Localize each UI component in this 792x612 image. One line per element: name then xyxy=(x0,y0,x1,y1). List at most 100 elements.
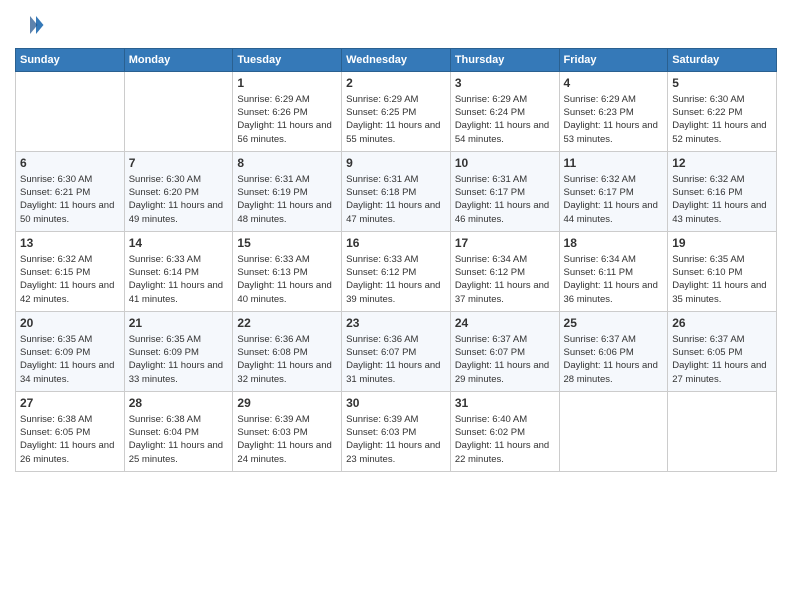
day-number: 10 xyxy=(455,155,555,172)
cell-text: Daylight: 11 hours and 53 minutes. xyxy=(564,119,664,146)
calendar-cell: 15Sunrise: 6:33 AMSunset: 6:13 PMDayligh… xyxy=(233,232,342,312)
day-number: 31 xyxy=(455,395,555,412)
cell-text: Daylight: 11 hours and 52 minutes. xyxy=(672,119,772,146)
day-number: 25 xyxy=(564,315,664,332)
cell-text: Sunrise: 6:32 AM xyxy=(564,173,664,186)
cell-text: Sunrise: 6:38 AM xyxy=(129,413,229,426)
cell-text: Sunrise: 6:39 AM xyxy=(237,413,337,426)
cell-text: Sunset: 6:08 PM xyxy=(237,346,337,359)
cell-text: Sunrise: 6:33 AM xyxy=(346,253,446,266)
logo xyxy=(15,10,49,40)
cell-text: Sunset: 6:16 PM xyxy=(672,186,772,199)
calendar-cell: 11Sunrise: 6:32 AMSunset: 6:17 PMDayligh… xyxy=(559,152,668,232)
calendar-cell: 10Sunrise: 6:31 AMSunset: 6:17 PMDayligh… xyxy=(450,152,559,232)
cell-text: Sunrise: 6:31 AM xyxy=(346,173,446,186)
cell-text: Sunset: 6:12 PM xyxy=(346,266,446,279)
day-number: 24 xyxy=(455,315,555,332)
cell-text: Sunset: 6:22 PM xyxy=(672,106,772,119)
calendar-cell: 24Sunrise: 6:37 AMSunset: 6:07 PMDayligh… xyxy=(450,312,559,392)
cell-text: Daylight: 11 hours and 40 minutes. xyxy=(237,279,337,306)
cell-text: Sunrise: 6:30 AM xyxy=(20,173,120,186)
cell-text: Sunrise: 6:36 AM xyxy=(237,333,337,346)
cell-text: Daylight: 11 hours and 44 minutes. xyxy=(564,199,664,226)
header-row: SundayMondayTuesdayWednesdayThursdayFrid… xyxy=(16,49,777,72)
calendar-cell: 9Sunrise: 6:31 AMSunset: 6:18 PMDaylight… xyxy=(342,152,451,232)
cell-text: Sunrise: 6:29 AM xyxy=(346,93,446,106)
cell-text: Sunrise: 6:33 AM xyxy=(237,253,337,266)
day-number: 26 xyxy=(672,315,772,332)
cell-text: Sunrise: 6:32 AM xyxy=(20,253,120,266)
calendar-cell: 6Sunrise: 6:30 AMSunset: 6:21 PMDaylight… xyxy=(16,152,125,232)
cell-text: Sunrise: 6:37 AM xyxy=(672,333,772,346)
cell-text: Sunset: 6:12 PM xyxy=(455,266,555,279)
cell-text: Daylight: 11 hours and 42 minutes. xyxy=(20,279,120,306)
cell-text: Sunrise: 6:29 AM xyxy=(237,93,337,106)
cell-text: Sunset: 6:18 PM xyxy=(346,186,446,199)
calendar-cell: 8Sunrise: 6:31 AMSunset: 6:19 PMDaylight… xyxy=(233,152,342,232)
calendar-cell: 18Sunrise: 6:34 AMSunset: 6:11 PMDayligh… xyxy=(559,232,668,312)
day-number: 27 xyxy=(20,395,120,412)
cell-text: Sunset: 6:02 PM xyxy=(455,426,555,439)
day-number: 11 xyxy=(564,155,664,172)
day-number: 15 xyxy=(237,235,337,252)
cell-text: Daylight: 11 hours and 56 minutes. xyxy=(237,119,337,146)
cell-text: Sunrise: 6:39 AM xyxy=(346,413,446,426)
day-number: 23 xyxy=(346,315,446,332)
day-number: 17 xyxy=(455,235,555,252)
calendar-cell xyxy=(559,392,668,472)
cell-text: Sunrise: 6:30 AM xyxy=(129,173,229,186)
cell-text: Sunset: 6:03 PM xyxy=(237,426,337,439)
cell-text: Daylight: 11 hours and 26 minutes. xyxy=(20,439,120,466)
calendar-cell: 19Sunrise: 6:35 AMSunset: 6:10 PMDayligh… xyxy=(668,232,777,312)
header xyxy=(15,10,777,40)
logo-icon xyxy=(15,10,45,40)
cell-text: Daylight: 11 hours and 29 minutes. xyxy=(455,359,555,386)
cell-text: Sunset: 6:17 PM xyxy=(564,186,664,199)
cell-text: Sunset: 6:07 PM xyxy=(346,346,446,359)
day-number: 22 xyxy=(237,315,337,332)
day-number: 3 xyxy=(455,75,555,92)
cell-text: Daylight: 11 hours and 23 minutes. xyxy=(346,439,446,466)
calendar-cell: 23Sunrise: 6:36 AMSunset: 6:07 PMDayligh… xyxy=(342,312,451,392)
cell-text: Sunset: 6:05 PM xyxy=(20,426,120,439)
col-header-monday: Monday xyxy=(124,49,233,72)
calendar-cell: 22Sunrise: 6:36 AMSunset: 6:08 PMDayligh… xyxy=(233,312,342,392)
calendar-cell: 17Sunrise: 6:34 AMSunset: 6:12 PMDayligh… xyxy=(450,232,559,312)
cell-text: Daylight: 11 hours and 43 minutes. xyxy=(672,199,772,226)
cell-text: Sunset: 6:06 PM xyxy=(564,346,664,359)
cell-text: Sunset: 6:26 PM xyxy=(237,106,337,119)
cell-text: Daylight: 11 hours and 41 minutes. xyxy=(129,279,229,306)
day-number: 21 xyxy=(129,315,229,332)
calendar-cell: 12Sunrise: 6:32 AMSunset: 6:16 PMDayligh… xyxy=(668,152,777,232)
day-number: 14 xyxy=(129,235,229,252)
cell-text: Sunset: 6:13 PM xyxy=(237,266,337,279)
cell-text: Sunset: 6:25 PM xyxy=(346,106,446,119)
calendar-cell: 13Sunrise: 6:32 AMSunset: 6:15 PMDayligh… xyxy=(16,232,125,312)
cell-text: Sunrise: 6:35 AM xyxy=(20,333,120,346)
cell-text: Daylight: 11 hours and 33 minutes. xyxy=(129,359,229,386)
cell-text: Sunset: 6:04 PM xyxy=(129,426,229,439)
cell-text: Daylight: 11 hours and 28 minutes. xyxy=(564,359,664,386)
page: SundayMondayTuesdayWednesdayThursdayFrid… xyxy=(0,0,792,612)
cell-text: Sunrise: 6:31 AM xyxy=(455,173,555,186)
cell-text: Sunrise: 6:38 AM xyxy=(20,413,120,426)
week-row-0: 1Sunrise: 6:29 AMSunset: 6:26 PMDaylight… xyxy=(16,72,777,152)
calendar-cell xyxy=(124,72,233,152)
calendar-cell: 30Sunrise: 6:39 AMSunset: 6:03 PMDayligh… xyxy=(342,392,451,472)
cell-text: Daylight: 11 hours and 36 minutes. xyxy=(564,279,664,306)
cell-text: Sunset: 6:07 PM xyxy=(455,346,555,359)
calendar-cell: 14Sunrise: 6:33 AMSunset: 6:14 PMDayligh… xyxy=(124,232,233,312)
cell-text: Sunset: 6:05 PM xyxy=(672,346,772,359)
cell-text: Sunrise: 6:35 AM xyxy=(129,333,229,346)
cell-text: Sunrise: 6:32 AM xyxy=(672,173,772,186)
calendar-cell: 3Sunrise: 6:29 AMSunset: 6:24 PMDaylight… xyxy=(450,72,559,152)
cell-text: Sunrise: 6:34 AM xyxy=(564,253,664,266)
calendar-cell: 20Sunrise: 6:35 AMSunset: 6:09 PMDayligh… xyxy=(16,312,125,392)
cell-text: Daylight: 11 hours and 49 minutes. xyxy=(129,199,229,226)
calendar-cell: 1Sunrise: 6:29 AMSunset: 6:26 PMDaylight… xyxy=(233,72,342,152)
cell-text: Sunset: 6:14 PM xyxy=(129,266,229,279)
cell-text: Daylight: 11 hours and 24 minutes. xyxy=(237,439,337,466)
cell-text: Sunset: 6:23 PM xyxy=(564,106,664,119)
cell-text: Sunset: 6:11 PM xyxy=(564,266,664,279)
day-number: 30 xyxy=(346,395,446,412)
